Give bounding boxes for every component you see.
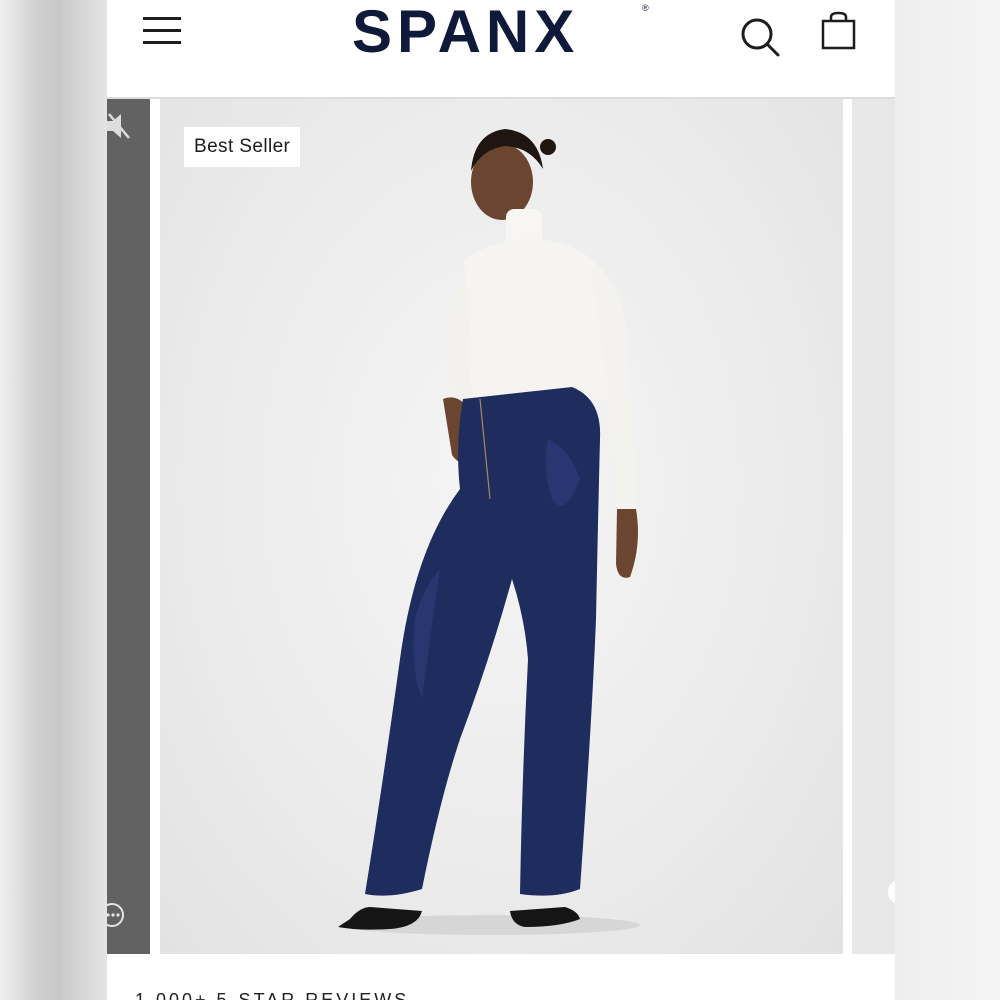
reviews-heading: 1,000+ 5-STAR REVIEWS <box>135 990 410 1000</box>
background-left <box>0 0 107 1000</box>
brand-name: SPANX <box>352 0 580 65</box>
product-image[interactable]: Best Seller <box>160 99 843 954</box>
search-button[interactable] <box>737 14 783 60</box>
best-seller-badge: Best Seller <box>184 127 301 167</box>
background-right <box>895 0 1000 1000</box>
previous-slide-peek[interactable] <box>107 99 150 954</box>
carousel-indicator <box>888 879 895 905</box>
model-photo <box>338 129 640 935</box>
muted-speaker-icon[interactable] <box>107 111 131 141</box>
cart-button[interactable] <box>817 10 859 52</box>
site-header: SPANX ® <box>107 0 895 99</box>
registered-mark: ® <box>642 3 649 13</box>
more-options-icon[interactable] <box>107 902 125 928</box>
search-icon <box>741 18 780 57</box>
brand-logo[interactable]: SPANX ® <box>352 0 652 64</box>
next-slide-peek[interactable] <box>852 99 895 954</box>
menu-button[interactable] <box>143 15 181 47</box>
phone-screen: SPANX ® Best Seller 1,000+ 5-STAR REVIEW… <box>107 0 895 1000</box>
shopping-bag-icon <box>821 11 856 50</box>
